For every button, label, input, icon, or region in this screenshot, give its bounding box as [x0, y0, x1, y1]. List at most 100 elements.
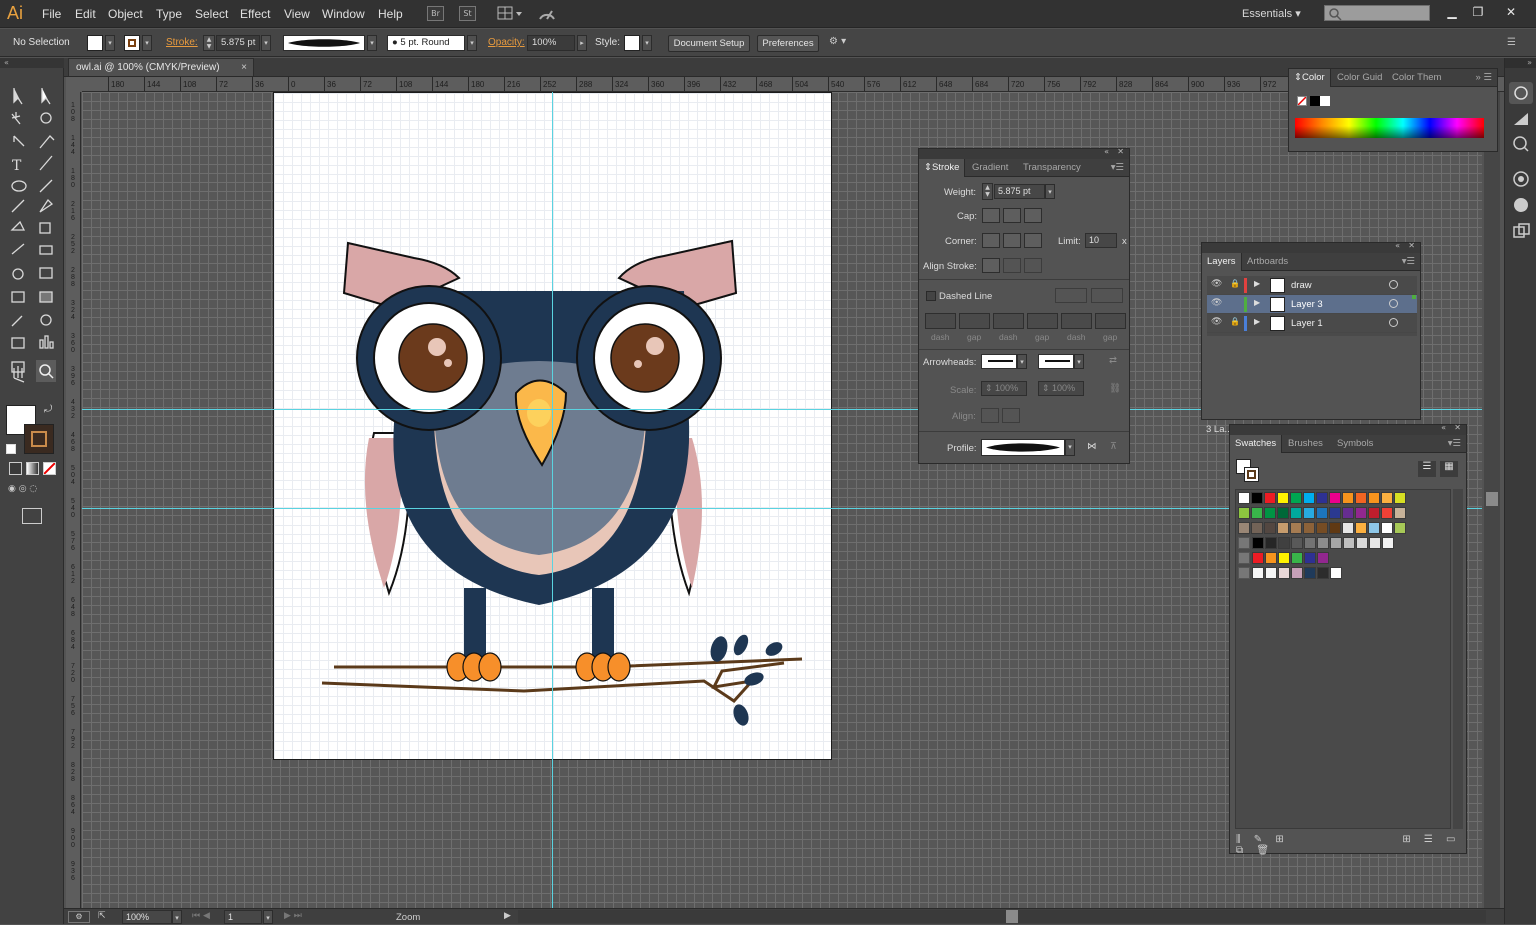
color-swatch[interactable] — [1369, 537, 1381, 549]
panel-menu-icon[interactable]: ▾☰ — [1106, 159, 1129, 177]
color-swatch[interactable] — [1342, 507, 1354, 519]
minimize-button[interactable]: ▁ — [1441, 3, 1463, 21]
color-swatch[interactable] — [1251, 492, 1263, 504]
layer-row-layer-1[interactable]: 👁 🔒 ▶ Layer 1 — [1207, 314, 1417, 333]
collapse-icon[interactable]: « — [1441, 423, 1446, 432]
flip-along-icon[interactable]: ⋈ — [1087, 441, 1097, 452]
collapse-icon[interactable]: « — [1104, 147, 1109, 156]
guide-vertical[interactable] — [552, 92, 553, 908]
end-arrowhead-dropdown[interactable]: ▾ — [1074, 354, 1084, 369]
horizontal-scrollbar[interactable] — [518, 910, 1486, 923]
horizontal-scroll-thumb[interactable] — [1006, 910, 1018, 923]
graphic-style-swatch[interactable] — [624, 35, 640, 51]
tab-color[interactable]: ⇕Color — [1289, 69, 1331, 87]
tab-color-themes[interactable]: Color Them — [1387, 69, 1446, 87]
color-swatch[interactable] — [1303, 507, 1315, 519]
style-dropdown[interactable]: ▾ — [642, 35, 652, 51]
variable-width-profile[interactable] — [283, 35, 365, 51]
color-swatch[interactable] — [1278, 537, 1290, 549]
menu-help[interactable]: Help — [378, 7, 403, 21]
tab-brushes[interactable]: Brushes — [1283, 435, 1328, 453]
weight-field[interactable]: 5.875 pt — [994, 184, 1045, 199]
color-swatch[interactable] — [1394, 507, 1406, 519]
menu-view[interactable]: View — [284, 7, 310, 21]
color-swatch[interactable] — [1303, 522, 1315, 534]
bridge-button[interactable]: Br — [427, 6, 444, 21]
menu-effect[interactable]: Effect — [240, 7, 270, 21]
weight-stepper[interactable]: ▲ ▼ — [982, 183, 993, 200]
color-swatch[interactable] — [1368, 492, 1380, 504]
color-swatch[interactable] — [1316, 507, 1328, 519]
color-swatch[interactable] — [1342, 492, 1354, 504]
preferences-button[interactable]: Preferences — [757, 35, 819, 52]
arrow-tip-beyond-button[interactable] — [981, 408, 999, 423]
color-swatch[interactable] — [1343, 537, 1355, 549]
color-swatch[interactable] — [1304, 552, 1316, 564]
zoom-dropdown[interactable]: ▾ — [172, 910, 182, 924]
color-swatch[interactable] — [1277, 492, 1289, 504]
color-swatch[interactable] — [1265, 537, 1277, 549]
profile-dropdown[interactable]: ▾ — [367, 35, 377, 51]
color-swatch[interactable] — [1252, 552, 1264, 564]
select-similar-icon[interactable]: ⚙ ▾ — [829, 36, 859, 50]
color-swatch[interactable] — [1394, 492, 1406, 504]
color-swatch[interactable] — [1304, 537, 1316, 549]
gpu-performance-icon[interactable] — [537, 5, 557, 23]
vertical-scroll-thumb[interactable] — [1486, 492, 1498, 506]
color-swatch[interactable] — [1252, 537, 1264, 549]
gap-field-2[interactable] — [1027, 313, 1058, 329]
miter-join-button[interactable] — [982, 233, 1000, 248]
document-setup-button[interactable]: Document Setup — [668, 35, 750, 52]
color-swatch[interactable] — [1251, 522, 1263, 534]
end-arrowhead-select[interactable] — [1038, 354, 1074, 369]
color-swatch[interactable] — [1317, 537, 1329, 549]
color-swatch[interactable] — [1382, 537, 1394, 549]
color-panel-menu-icon[interactable]: » ☰ — [1471, 69, 1497, 87]
expand-icon[interactable]: ▶ — [1254, 298, 1260, 307]
arrow-tip-at-end-button[interactable] — [1002, 408, 1020, 423]
close-document-icon[interactable]: × — [241, 59, 247, 76]
tab-artboards[interactable]: Artboards — [1242, 253, 1293, 271]
stroke-weight-dropdown[interactable]: ▾ — [261, 35, 271, 51]
opacity-label[interactable]: Opacity: — [488, 37, 525, 48]
color-swatch[interactable] — [1316, 522, 1328, 534]
profile-select[interactable] — [981, 439, 1065, 456]
color-panel-icon[interactable] — [1509, 82, 1533, 104]
stroke-weight-stepper[interactable]: ▲ ▼ — [203, 35, 215, 51]
color-swatch[interactable] — [1277, 507, 1289, 519]
color-themes-icon[interactable] — [1511, 134, 1531, 152]
screen-mode-icon[interactable] — [22, 508, 42, 524]
flip-across-icon[interactable]: ⊼ — [1110, 441, 1117, 452]
color-swatch[interactable] — [1265, 552, 1277, 564]
close-panel-icon[interactable]: ✕ — [1408, 241, 1415, 250]
bevel-join-button[interactable] — [1024, 233, 1042, 248]
appearance-icon[interactable] — [1511, 196, 1531, 214]
opacity-field[interactable]: 100% — [527, 35, 575, 51]
gap-field-3[interactable] — [1095, 313, 1126, 329]
stroke-swatch[interactable] — [124, 35, 140, 51]
swatch-stroke-indicator[interactable] — [1244, 467, 1259, 482]
close-panel-icon[interactable]: ✕ — [1117, 147, 1124, 156]
vertical-ruler[interactable]: 1 0 8 1 4 4 1 8 0 2 1 6 2 5 2 2 8 8 3 2 4 3 6 0… — [66, 92, 81, 908]
ruler-origin[interactable] — [66, 77, 82, 92]
color-swatch[interactable] — [1238, 507, 1250, 519]
round-cap-button[interactable] — [1003, 208, 1021, 223]
dash-field-1[interactable] — [925, 313, 956, 329]
color-swatch[interactable] — [1303, 492, 1315, 504]
drawing-modes-icon[interactable]: ◉ ◎ ◌ — [8, 484, 56, 498]
layer-name[interactable]: Layer 1 — [1291, 318, 1323, 329]
stroke-panel-header[interactable]: «✕ — [919, 147, 1129, 159]
target-icon[interactable] — [1389, 299, 1398, 308]
color-group-folder-icon[interactable] — [1238, 567, 1250, 579]
color-swatch[interactable] — [1381, 507, 1393, 519]
menu-select[interactable]: Select — [195, 7, 228, 21]
fill-swatch[interactable] — [87, 35, 103, 51]
expand-icon[interactable]: ▶ — [1254, 317, 1260, 326]
list-view-icon[interactable]: ☰ — [1418, 461, 1436, 477]
color-swatch[interactable] — [1368, 507, 1380, 519]
dash-field-2[interactable] — [993, 313, 1024, 329]
dash-field-3[interactable] — [1061, 313, 1092, 329]
none-mode-icon[interactable] — [43, 462, 56, 475]
weight-dropdown[interactable]: ▾ — [1045, 184, 1055, 199]
color-swatch[interactable] — [1290, 492, 1302, 504]
